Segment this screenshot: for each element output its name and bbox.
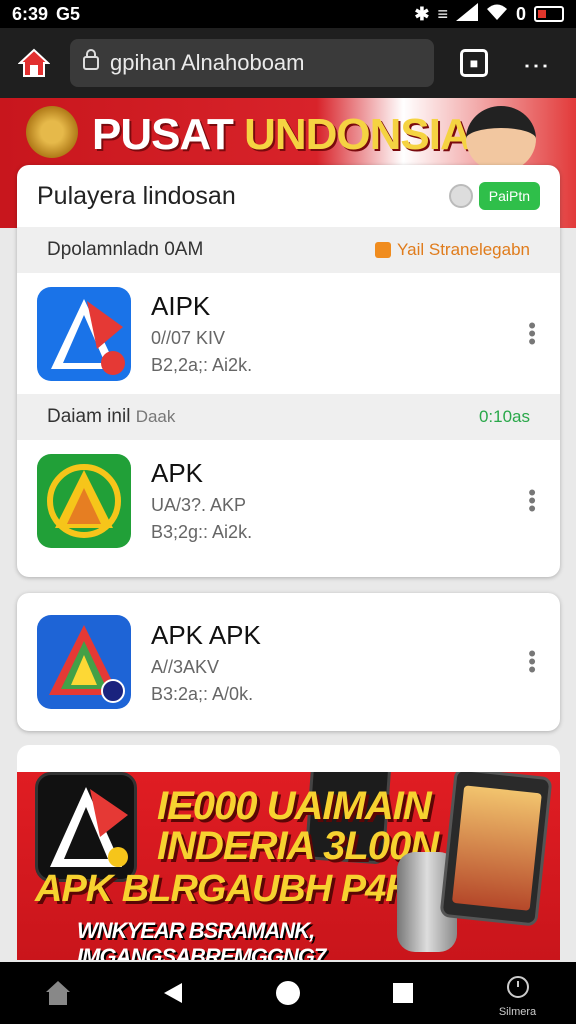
section-header-1: Dpolamnladn 0AM Yail Stranelegabn xyxy=(17,227,560,273)
bluetooth-icon: ✱ xyxy=(414,3,430,24)
section-1-action-label: Yail Stranelegabn xyxy=(397,240,530,259)
app-icon-2 xyxy=(37,453,131,548)
app-info-1: AIPK 0//07 KIV B2,2a;: Ai2k. xyxy=(151,291,252,376)
vibrate-icon: ≡ xyxy=(437,3,448,24)
officer-illustration xyxy=(466,106,536,172)
nav-extra-button[interactable]: Silmera xyxy=(460,962,575,1024)
home-icon xyxy=(45,981,70,1005)
status-icons: ✱ ≡ 0 xyxy=(414,2,564,26)
ad-app-logo xyxy=(35,772,137,882)
phone-illustration-2 xyxy=(439,772,553,927)
battery-icon xyxy=(534,6,564,22)
more-options-icon[interactable]: • • • xyxy=(528,314,536,352)
section-2-label: Daiam inil Daak xyxy=(47,406,176,427)
badge-avatar-icon xyxy=(448,184,473,208)
nav-recents-button[interactable] xyxy=(345,962,460,1024)
app-row-1[interactable]: AIPK 0//07 KIV B2,2a;: Ai2k. • • • xyxy=(17,273,560,394)
section-1-action[interactable]: Yail Stranelegabn xyxy=(375,240,530,260)
ad-tagline: WNKYEAR BSRAMANK, IMGANGSABREMGGNG7 xyxy=(77,918,326,960)
status-bar: 6:39 G5 ✱ ≡ 0 xyxy=(0,0,576,28)
banner-title: PUSAT UNDONSIA xyxy=(92,110,472,159)
warning-icon xyxy=(375,242,392,258)
app-version: A//3AKV xyxy=(151,656,220,677)
wifi-icon xyxy=(486,3,508,26)
ad-headline-1: IE000 UAIMAIN xyxy=(157,784,432,828)
clock-icon xyxy=(506,976,529,998)
app-version: 0//07 KIV xyxy=(151,328,226,348)
nav-home-circle-button[interactable] xyxy=(230,962,345,1024)
app-size: B2,2a;: Ai2k. xyxy=(151,355,253,375)
app-size: B3;2g:: Ai2k. xyxy=(151,522,253,542)
recents-icon xyxy=(392,983,413,1003)
home-circle-icon xyxy=(275,981,300,1005)
app-name: APK APK xyxy=(151,619,261,650)
app-info-2: APK UA/3?. AKP B3;2g:: Ai2k. xyxy=(151,458,252,543)
garuda-emblem-icon xyxy=(26,106,78,158)
address-bar[interactable]: gpihan Alnahoboam xyxy=(70,39,434,87)
status-network-type: G5 xyxy=(56,3,81,24)
card-header: Pulayera lindosan PaiPtn xyxy=(17,165,560,227)
nav-back-button[interactable] xyxy=(115,962,230,1024)
app-name: APK xyxy=(151,458,204,488)
app-info-3: APK APK A//3AKV B3:2a;: A/0k. xyxy=(151,620,261,705)
overflow-menu-icon[interactable]: ⋮ xyxy=(522,53,552,73)
download-card: Pulayera lindosan PaiPtn Dpolamnladn 0AM… xyxy=(17,165,560,577)
status-time: 6:39 xyxy=(12,3,49,24)
app-card-3: APK APK A//3AKV B3:2a;: A/0k. • • • xyxy=(17,593,560,731)
section-1-label: Dpolamnladn 0AM xyxy=(47,239,204,260)
home-button[interactable] xyxy=(14,43,54,83)
app-row-3[interactable]: APK APK A//3AKV B3:2a;: A/0k. • • • xyxy=(17,593,560,731)
nav-home-button[interactable] xyxy=(0,962,115,1024)
section-header-2: Daiam inil Daak 0:10as xyxy=(17,394,560,440)
ad-headline-2: INDERIA 3L00N xyxy=(157,824,439,868)
ad-headline-3: APK BLRGAUBH P4H xyxy=(35,868,413,910)
back-icon xyxy=(163,983,182,1003)
more-options-icon[interactable]: • • • xyxy=(528,481,536,519)
app-icon-3 xyxy=(37,615,131,709)
header-badge[interactable]: PaiPtn xyxy=(448,182,540,210)
signal-icon xyxy=(455,2,478,26)
ad-banner[interactable]: IE000 UAIMAIN INDERIA 3L00N APK BLRGAUBH… xyxy=(17,772,560,960)
app-version: UA/3?. AKP xyxy=(151,495,247,515)
app-name: AIPK xyxy=(151,291,211,321)
url-text: gpihan Alnahoboam xyxy=(110,50,305,75)
section-2-time: 0:10as xyxy=(478,407,530,426)
app-size: B3:2a;: A/0k. xyxy=(151,683,254,704)
site-info-icon[interactable] xyxy=(82,49,100,77)
status-battery-text: 0 xyxy=(515,3,526,24)
app-row-2[interactable]: APK UA/3?. AKP B3;2g:: Ai2k. • • • xyxy=(17,440,560,561)
card-title: Pulayera lindosan xyxy=(37,181,236,210)
tabs-icon[interactable]: ■ xyxy=(460,49,488,77)
home-icon xyxy=(18,48,50,77)
app-icon-1 xyxy=(37,286,131,381)
browser-toolbar: gpihan Alnahoboam ■ ⋮ xyxy=(0,28,576,98)
badge-label: PaiPtn xyxy=(478,182,540,210)
more-options-icon[interactable]: • • • xyxy=(528,643,536,681)
system-nav-bar: Silmera xyxy=(0,962,576,1024)
nav-extra-label: Silmera xyxy=(498,1006,537,1018)
